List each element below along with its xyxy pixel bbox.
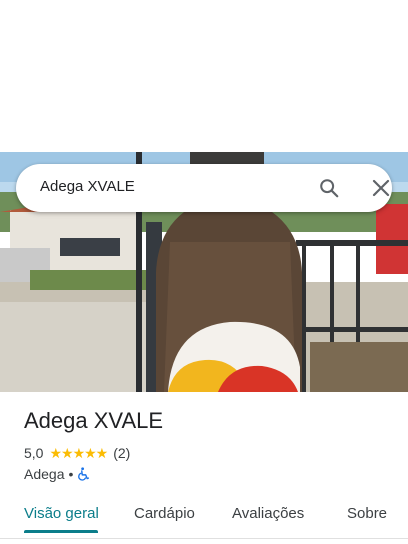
map-area — [0, 0, 408, 152]
search-icon[interactable] — [318, 177, 340, 199]
wheelchair-icon — [78, 467, 90, 481]
rating-value: 5,0 — [24, 445, 44, 461]
category-row: Adega • — [24, 465, 90, 483]
tabs-divider — [0, 538, 408, 539]
tab-menu[interactable]: Cardápio — [134, 505, 195, 522]
place-title: Adega XVALE — [24, 408, 164, 433]
review-count[interactable]: (2) — [113, 445, 130, 461]
active-tab-indicator — [24, 530, 98, 533]
search-bar[interactable]: Adega XVALE — [16, 164, 392, 212]
rating-stars: ★★★★★ — [49, 445, 108, 461]
rating-row[interactable]: 5,0 ★★★★★ (2) — [24, 444, 130, 462]
star-icon: ★★★★★ — [49, 445, 108, 461]
place-category: Adega — [24, 466, 65, 482]
tab-bar: Visão geral Cardápio Avaliações Sobre — [0, 494, 408, 534]
separator-dot: • — [68, 466, 74, 482]
tab-about[interactable]: Sobre — [347, 505, 387, 522]
tab-reviews[interactable]: Avaliações — [232, 505, 304, 522]
tab-overview[interactable]: Visão geral — [24, 505, 99, 522]
close-icon[interactable] — [371, 178, 391, 198]
search-input[interactable]: Adega XVALE — [40, 178, 135, 195]
